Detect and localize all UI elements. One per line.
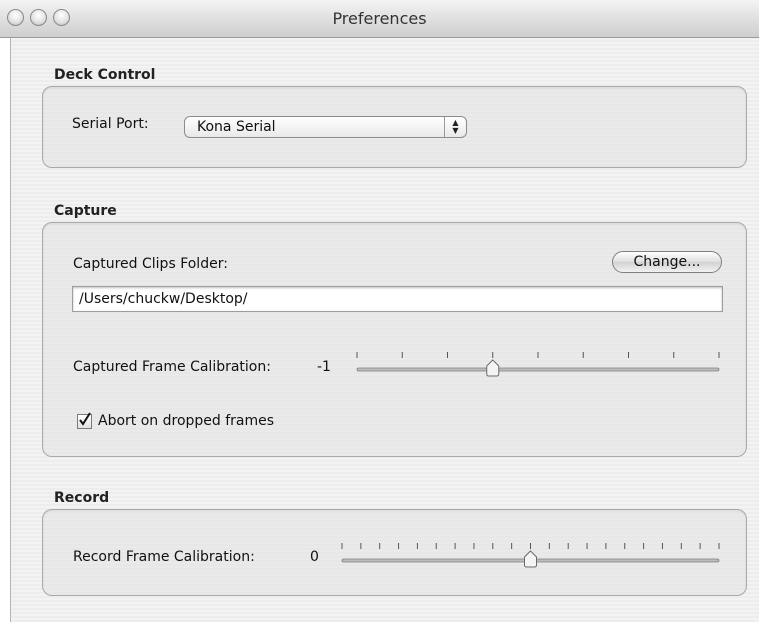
serial-port-popup[interactable]: Kona Serial ▲ ▼	[184, 116, 467, 138]
abort-dropped-frames-label: Abort on dropped frames	[98, 413, 275, 429]
record-frame-calibration-label: Record Frame Calibration:	[73, 549, 255, 565]
preferences-window: Preferences Deck Control Serial Port: Ko…	[0, 0, 759, 622]
capture-group: Captured Clips Folder: Change... /Users/…	[42, 222, 747, 457]
captured-frame-calibration-label: Captured Frame Calibration:	[73, 359, 271, 375]
serial-port-value: Kona Serial	[197, 119, 276, 135]
capture-title: Capture	[54, 203, 117, 219]
serial-port-label: Serial Port:	[72, 116, 149, 132]
captured-frame-calibration-value: -1	[317, 359, 331, 375]
record-frame-calibration-value: 0	[310, 549, 319, 565]
abort-dropped-frames-checkbox[interactable]	[77, 412, 92, 429]
slider-knob[interactable]	[524, 550, 537, 568]
change-folder-button[interactable]: Change...	[612, 251, 722, 273]
record-title: Record	[54, 490, 110, 506]
record-frame-calibration-slider[interactable]	[338, 542, 723, 572]
title-bar[interactable]: Preferences	[0, 0, 759, 38]
slider-knob[interactable]	[486, 359, 500, 377]
window-title: Preferences	[332, 9, 427, 28]
deck-control-title: Deck Control	[54, 67, 156, 83]
captured-clips-folder-label: Captured Clips Folder:	[73, 256, 228, 272]
checkmark-icon	[79, 412, 91, 426]
captured-frame-calibration-slider[interactable]	[353, 351, 723, 381]
popup-arrows-icon: ▲ ▼	[444, 117, 466, 137]
slider-track[interactable]	[356, 367, 720, 372]
deck-control-group: Serial Port: Kona Serial ▲ ▼	[42, 86, 747, 168]
preferences-content: Deck Control Serial Port: Kona Serial ▲ ▼…	[10, 38, 759, 622]
captured-clips-folder-field[interactable]: /Users/chuckw/Desktop/	[72, 286, 723, 312]
record-group: Record Frame Calibration: 0	[42, 509, 747, 596]
